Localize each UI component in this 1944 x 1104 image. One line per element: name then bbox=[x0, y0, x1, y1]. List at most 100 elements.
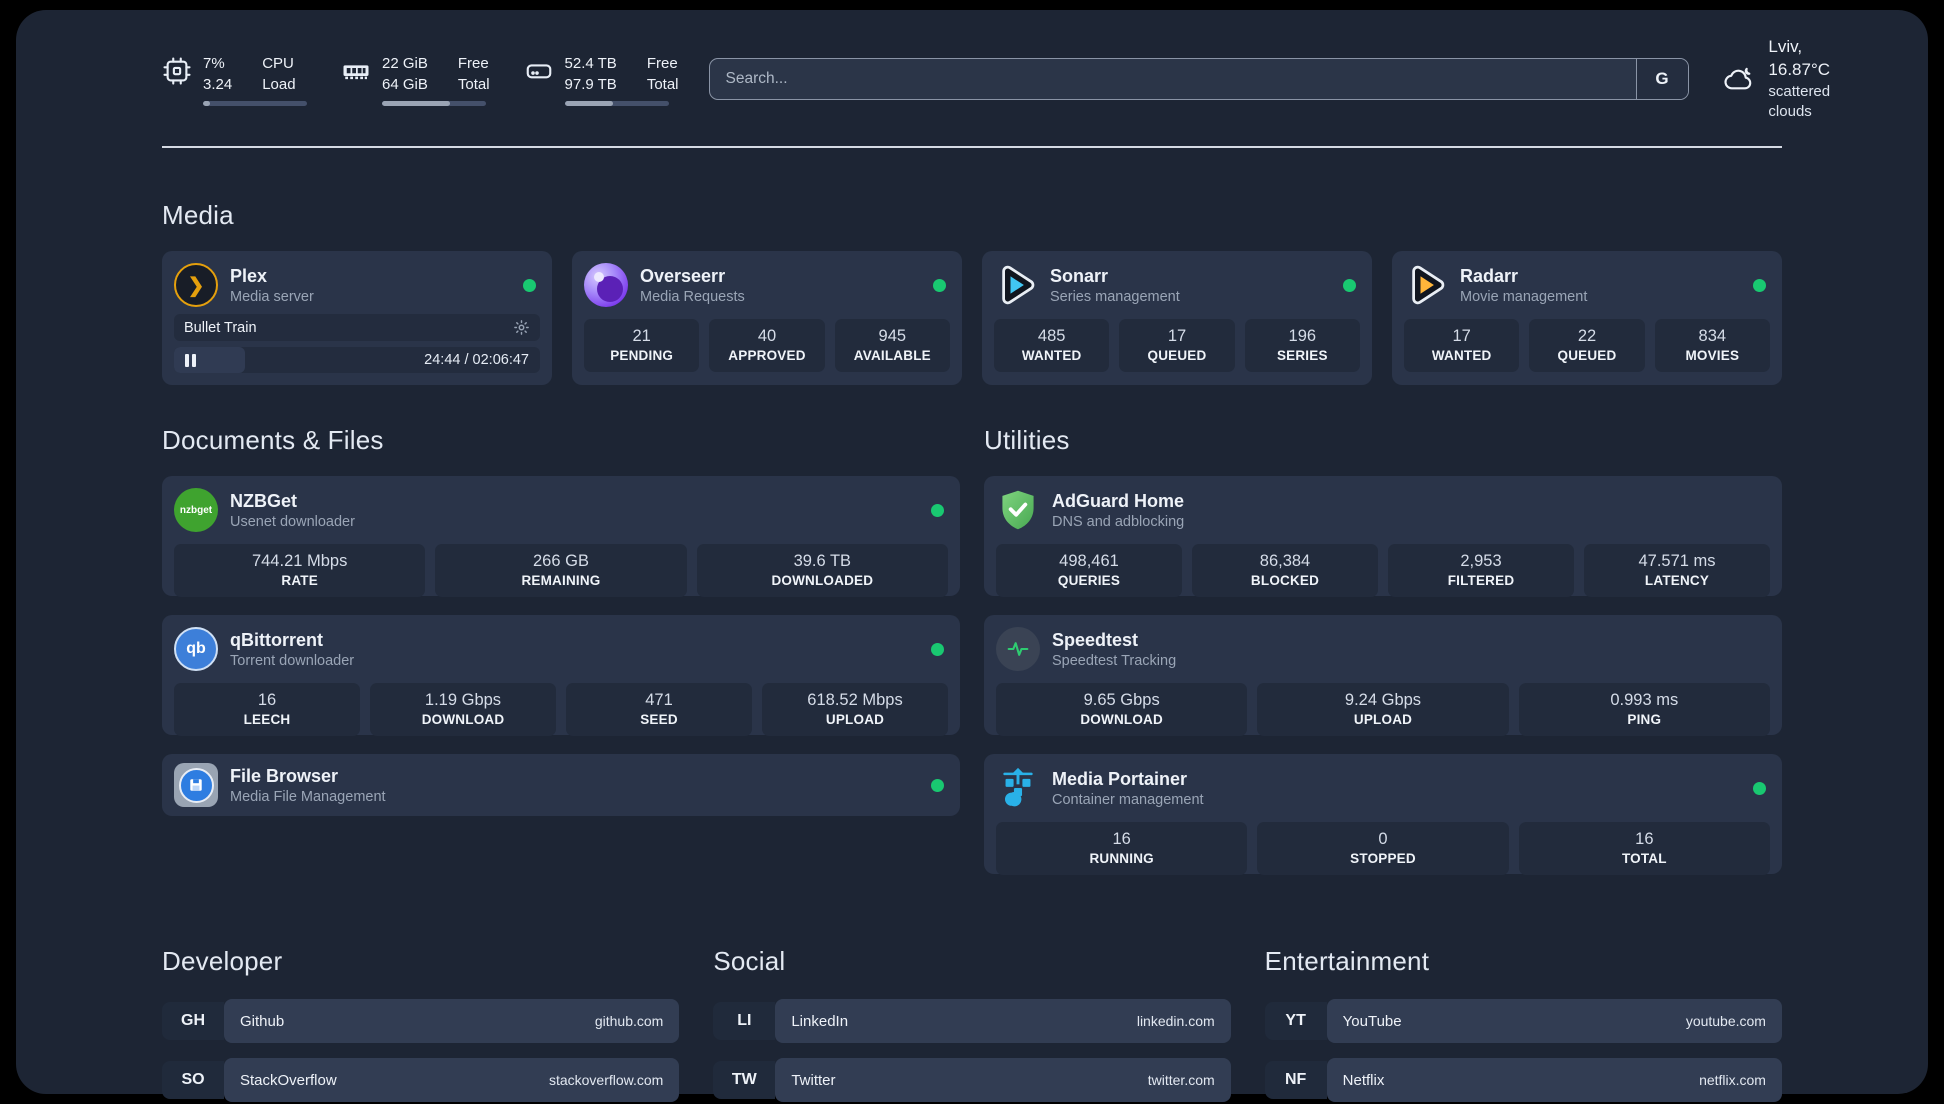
bookmark-name: Github bbox=[240, 1012, 285, 1030]
stat-remaining: 266 GB REMAINING bbox=[435, 544, 687, 598]
app-description: Series management bbox=[1050, 288, 1180, 305]
app-card-radarr[interactable]: Radarr Movie management 17 WANTED 22 QUE… bbox=[1392, 251, 1782, 386]
stat-download: 1.19 Gbps DOWNLOAD bbox=[370, 683, 556, 737]
memory-widget: 22 GiB 64 GiB Free Total bbox=[341, 53, 490, 106]
stat-queued: 17 QUEUED bbox=[1119, 319, 1235, 373]
app-description: Usenet downloader bbox=[230, 513, 355, 530]
playback-progress-bar[interactable]: 24:44 / 02:06:47 bbox=[174, 346, 540, 374]
qbittorrent-icon-text: qb bbox=[186, 640, 206, 658]
ram-free-value: 22 GiB bbox=[382, 54, 428, 72]
memory-icon bbox=[343, 65, 369, 79]
app-description: Movie management bbox=[1460, 288, 1588, 305]
app-description: Media Requests bbox=[640, 288, 745, 305]
app-name: Overseerr bbox=[640, 266, 726, 287]
section-title-utilities: Utilities bbox=[984, 425, 1070, 456]
bookmark-linkedin[interactable]: LI LinkedIn linkedin.com bbox=[713, 999, 1231, 1044]
stat-blocked: 86,384 BLOCKED bbox=[1192, 544, 1378, 598]
now-playing-title: Bullet Train bbox=[184, 319, 257, 336]
status-dot bbox=[933, 278, 946, 292]
app-card-overseerr[interactable]: Overseerr Media Requests 21 PENDING 40 A… bbox=[572, 251, 962, 386]
bookmark-name: Twitter bbox=[791, 1071, 836, 1089]
cpu-load-label: Load bbox=[262, 75, 296, 93]
app-name: File Browser bbox=[230, 766, 339, 787]
bookmark-twitter[interactable]: TW Twitter twitter.com bbox=[713, 1058, 1231, 1103]
filebrowser-icon bbox=[174, 763, 218, 808]
adguard-icon bbox=[1002, 491, 1034, 530]
cpu-load-value: 3.24 bbox=[203, 75, 233, 93]
pause-icon[interactable] bbox=[185, 353, 196, 367]
app-card-filebrowser[interactable]: File Browser Media File Management bbox=[162, 754, 960, 817]
app-name: qBittorrent bbox=[230, 630, 323, 651]
stat-upload: 618.52 Mbps UPLOAD bbox=[762, 683, 948, 737]
app-card-speedtest[interactable]: Speedtest Speedtest Tracking 9.65 Gbps D… bbox=[984, 615, 1782, 737]
developer-bookmarks: Developer GH Github github.com SO StackO… bbox=[162, 946, 680, 1104]
app-card-qbittorrent[interactable]: qb qBittorrent Torrent downloader 16 LEE… bbox=[162, 615, 960, 737]
bookmark-url: netflix.com bbox=[1699, 1072, 1766, 1089]
disk-progress-bar bbox=[564, 100, 669, 106]
bookmark-abbr: GH bbox=[162, 1002, 224, 1041]
bookmark-stackoverflow[interactable]: SO StackOverflow stackoverflow.com bbox=[162, 1058, 680, 1103]
status-dot bbox=[523, 278, 536, 292]
status-dot bbox=[1753, 278, 1766, 292]
stat-wanted: 17 WANTED bbox=[1404, 319, 1520, 373]
section-title-entertainment: Entertainment bbox=[1264, 946, 1430, 977]
cpu-usage: 7% bbox=[203, 54, 225, 72]
stat-ping: 0.993 ms PING bbox=[1518, 683, 1770, 737]
bookmark-url: twitter.com bbox=[1147, 1072, 1215, 1089]
dashboard: 7% 3.24 CPU Load 22 GiB 64 GiB Free Tota… bbox=[16, 10, 1928, 1103]
bookmark-url: linkedin.com bbox=[1136, 1013, 1215, 1030]
bookmark-url: github.com bbox=[594, 1013, 664, 1030]
app-name: Plex bbox=[230, 266, 268, 287]
top-bar: 7% 3.24 CPU Load 22 GiB 64 GiB Free Tota… bbox=[162, 10, 1830, 122]
plex-chevron-glyph: ❯ bbox=[187, 274, 205, 297]
cloud-icon bbox=[1723, 68, 1751, 90]
app-name: Radarr bbox=[1460, 266, 1519, 287]
stat-movies: 834 MOVIES bbox=[1654, 319, 1770, 373]
app-card-nzbget[interactable]: nzbget NZBGet Usenet downloader 744.21 M… bbox=[162, 476, 960, 598]
section-title-media: Media bbox=[162, 200, 234, 231]
app-name: Speedtest bbox=[1052, 630, 1139, 651]
bookmark-github[interactable]: GH Github github.com bbox=[162, 999, 680, 1044]
disk-free-label: Free bbox=[646, 54, 678, 72]
ram-progress-fill bbox=[382, 100, 450, 106]
stat-stopped: 0 STOPPED bbox=[1257, 822, 1509, 876]
app-description: Speedtest Tracking bbox=[1052, 652, 1177, 669]
disk-progress-fill bbox=[564, 100, 614, 106]
search-engine-button[interactable]: G bbox=[1635, 59, 1688, 100]
hard-drive-icon bbox=[526, 64, 551, 78]
bookmark-abbr: NF bbox=[1264, 1061, 1327, 1100]
weather-location-temp: Lviv, 16.87°C bbox=[1768, 37, 1831, 79]
bookmark-youtube[interactable]: YT YouTube youtube.com bbox=[1264, 999, 1782, 1044]
radarr-icon bbox=[1412, 266, 1445, 305]
weather-widget: Lviv, 16.87°C scattered clouds bbox=[1723, 36, 1845, 122]
app-card-sonarr[interactable]: Sonarr Series management 485 WANTED 17 Q… bbox=[982, 251, 1372, 386]
search-input[interactable] bbox=[709, 59, 1636, 100]
app-card-portainer[interactable]: Media Portainer Container management 16 … bbox=[984, 754, 1782, 876]
stat-seed: 471 SEED bbox=[566, 683, 752, 737]
bookmark-name: Netflix bbox=[1342, 1071, 1385, 1089]
disk-total-value: 97.9 TB bbox=[564, 75, 617, 93]
app-name: NZBGet bbox=[230, 491, 297, 512]
cpu-chip-icon bbox=[163, 57, 191, 85]
app-name: AdGuard Home bbox=[1052, 491, 1185, 512]
stat-download: 9.65 Gbps DOWNLOAD bbox=[996, 683, 1248, 737]
stat-filtered: 2,953 FILTERED bbox=[1388, 544, 1574, 598]
bookmark-netflix[interactable]: NF Netflix netflix.com bbox=[1264, 1058, 1782, 1103]
bookmark-abbr: SO bbox=[162, 1061, 224, 1100]
app-description: Media File Management bbox=[230, 788, 386, 805]
section-title-documents: Documents & Files bbox=[162, 425, 384, 456]
entertainment-bookmarks: Entertainment YT YouTube youtube.com NF … bbox=[1264, 946, 1782, 1104]
ram-free-label: Free bbox=[457, 54, 489, 72]
cpu-label: CPU bbox=[262, 54, 294, 72]
header-divider bbox=[162, 146, 1782, 149]
stat-leech: 16 LEECH bbox=[174, 683, 360, 737]
bookmark-name: YouTube bbox=[1342, 1012, 1402, 1030]
settings-gear-icon[interactable] bbox=[513, 319, 530, 336]
app-card-plex[interactable]: ❯ Plex Media server Bullet Train 24:44 /… bbox=[162, 251, 552, 386]
app-name: Sonarr bbox=[1050, 266, 1109, 287]
floppy-glyph bbox=[190, 779, 202, 792]
weather-condition: scattered clouds bbox=[1768, 82, 1831, 121]
disk-widget: 52.4 TB 97.9 TB Free Total bbox=[524, 53, 679, 106]
app-card-adguard[interactable]: AdGuard Home DNS and adblocking 498,461 … bbox=[984, 476, 1782, 598]
app-description: DNS and adblocking bbox=[1052, 513, 1185, 530]
